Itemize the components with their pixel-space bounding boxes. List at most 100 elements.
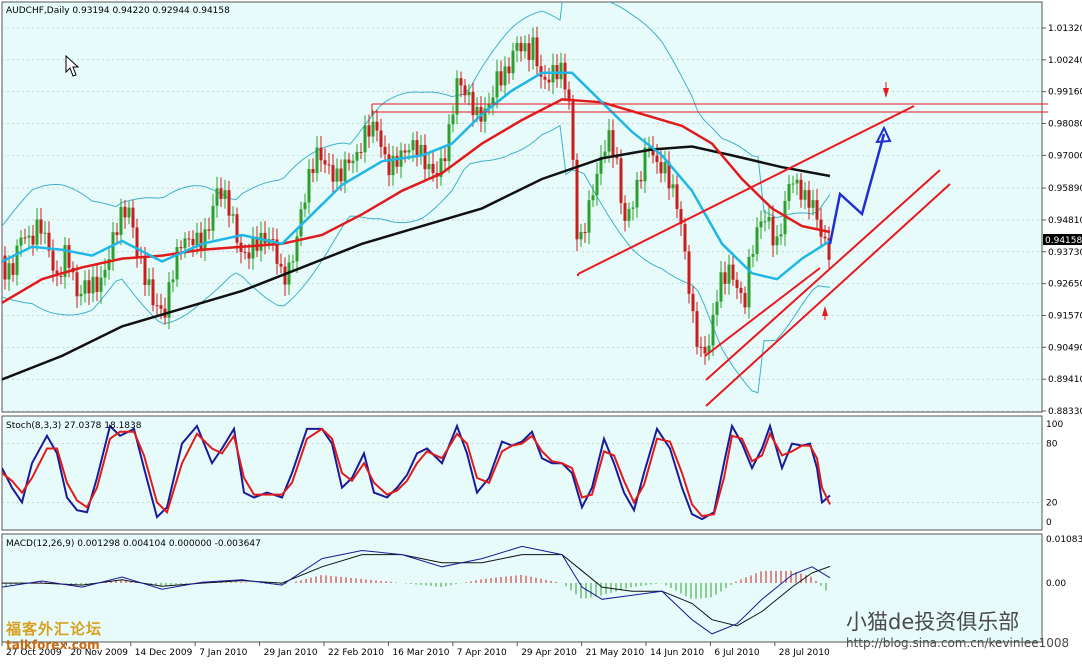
price-tick-label: 0.94810 [1048, 216, 1082, 226]
candle-body [155, 305, 159, 307]
candle-body [311, 169, 315, 173]
candle-body [315, 147, 319, 173]
candle-body [307, 169, 311, 203]
candle-body [375, 121, 379, 131]
candle-body [19, 237, 23, 246]
candle-body [563, 62, 567, 90]
date-tick-label: 7 Apr 2010 [457, 648, 507, 658]
candle-body [95, 276, 99, 292]
candle-body [519, 42, 523, 52]
candle-body [35, 219, 39, 245]
candle-body [119, 206, 123, 235]
candle-body [803, 190, 807, 200]
candle-body [415, 140, 419, 157]
candle-body [627, 208, 631, 221]
candle-body [143, 257, 147, 286]
candle-body [759, 221, 763, 228]
stoch-tick-label: 20 [1046, 498, 1058, 508]
date-tick-label: 14 Dec 2009 [135, 648, 193, 658]
candle-body [455, 78, 459, 115]
date-tick-label: 6 Jul 2010 [714, 648, 759, 658]
stoch-tick-label: 100 [1046, 420, 1063, 430]
candle-body [755, 227, 759, 255]
candle-body [383, 146, 387, 155]
candle-body [131, 207, 135, 228]
candle-body [711, 314, 715, 346]
candle-body [515, 42, 519, 51]
candle-body [11, 263, 15, 275]
candle-body [619, 158, 623, 204]
candle-body [27, 235, 31, 238]
candle-body [727, 264, 731, 284]
candle-body [51, 250, 55, 271]
candle-body [127, 207, 131, 218]
price-tick-label: 0.92650 [1048, 280, 1082, 290]
candle-body [559, 62, 563, 80]
price-panel [1, 1, 1043, 413]
candle-body [663, 162, 667, 174]
candle-body [463, 85, 467, 96]
date-tick-label: 28 Jul 2010 [779, 648, 830, 658]
candle-body [431, 163, 435, 174]
candle-body [339, 168, 343, 182]
candle-body [411, 140, 415, 151]
candle-body [363, 125, 367, 153]
candle-body [723, 272, 727, 284]
candle-body [615, 157, 619, 159]
candle-body [43, 232, 47, 234]
candle-body [91, 276, 95, 294]
candle-body [199, 232, 203, 250]
candle-body [675, 184, 679, 210]
chart-title: AUDCHF,Daily 0.93194 0.94220 0.92944 0.9… [6, 6, 230, 16]
candle-body [475, 106, 479, 116]
candle-body [159, 305, 163, 309]
candle-body [451, 114, 455, 125]
candle-body [811, 200, 815, 208]
macd-axis: 0.01083 0.00 [1046, 535, 1082, 589]
candle-body [583, 231, 587, 233]
date-tick-label: 14 Jun 2010 [650, 648, 704, 658]
candle-body [703, 346, 707, 354]
date-axis: 27 Oct 2009 20 Nov 2009 14 Dec 2009 7 Jan 2… [1, 642, 830, 658]
candle-body [15, 245, 19, 275]
watermark-club-cn: 小猫de投资俱乐部 [846, 610, 1020, 634]
date-tick-label: 22 Feb 2010 [328, 648, 384, 658]
price-tick-label: 0.97000 [1048, 151, 1082, 161]
date-tick-label: 29 Jan 2010 [264, 648, 318, 658]
candle-body [731, 264, 735, 280]
price-tick-label: 0.98080 [1048, 120, 1082, 130]
candle-body [151, 279, 155, 306]
candle-body [807, 190, 811, 208]
candle-body [403, 150, 407, 153]
candle-body [187, 238, 191, 240]
candle-body [203, 229, 207, 250]
candle-body [215, 188, 219, 206]
candle-body [303, 202, 307, 210]
candle-body [447, 124, 451, 162]
candle-body [575, 159, 579, 240]
candle-body [611, 130, 615, 158]
candle-body [691, 293, 695, 312]
candle-body [531, 37, 535, 60]
candle-body [235, 214, 239, 243]
candle-body [135, 227, 139, 257]
chart-canvas: 1.01320 1.00240 0.99160 0.98080 0.97000 0.958… [1, 1, 1082, 658]
candle-body [59, 275, 63, 277]
candle-body [343, 159, 347, 182]
candle-body [779, 234, 783, 237]
candle-body [771, 216, 775, 246]
candle-body [171, 279, 175, 283]
candle-body [179, 247, 183, 249]
candle-body [647, 147, 651, 149]
candle-body [631, 207, 635, 209]
price-tick-label: 0.90490 [1048, 343, 1082, 353]
watermark-site-cn: 福客外汇论坛 [6, 620, 103, 638]
date-tick-label: 29 Apr 2010 [521, 648, 577, 658]
candle-body [23, 237, 27, 239]
candle-body [823, 236, 827, 239]
candle-body [367, 125, 371, 137]
chart-window: 1.01320 1.00240 0.99160 0.98080 0.97000 0.958… [0, 0, 1082, 660]
candle-body [103, 269, 107, 278]
candle-body [359, 151, 363, 153]
candle-body [743, 292, 747, 308]
